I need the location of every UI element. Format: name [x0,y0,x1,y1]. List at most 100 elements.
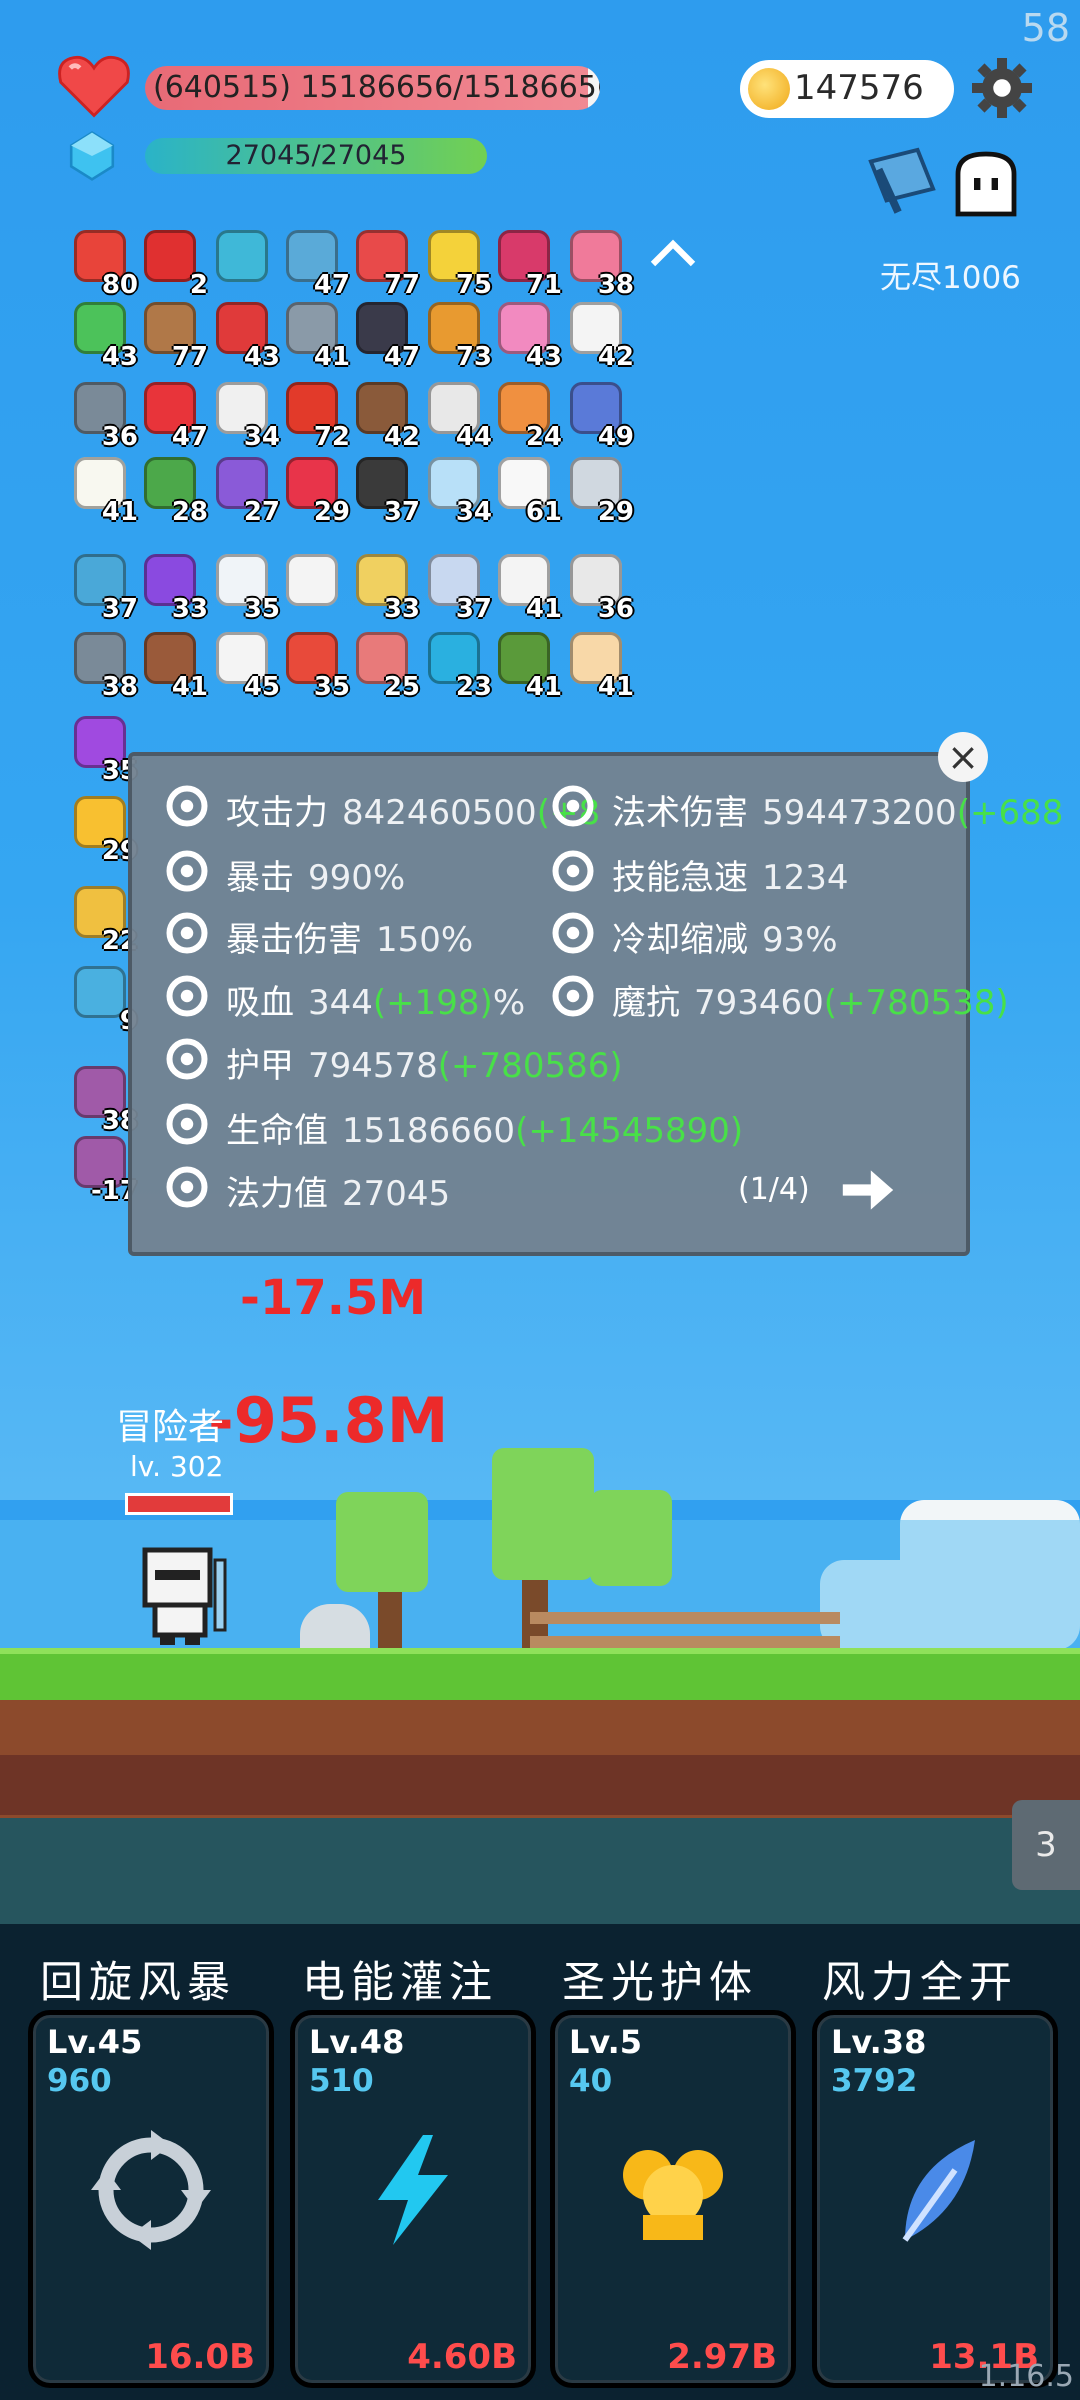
gold-amount: 147576 [794,68,924,108]
inventory-item[interactable]: 22 [70,884,138,956]
inventory-item[interactable]: 38 [70,630,138,702]
stat-bonus: (+198) [372,983,493,1023]
inventory-item[interactable]: 34 [424,455,492,527]
inventory-item[interactable]: 29 [282,455,350,527]
inventory-item[interactable]: 44 [424,380,492,452]
inventory-item[interactable]: 47 [140,380,208,452]
skill-name: 圣光护体 [562,1958,758,2008]
mana-bar: 27045/27045 [145,138,487,174]
mana-text: 27045/27045 [225,140,407,171]
close-button[interactable]: × [938,732,988,782]
item-count: 77 [383,270,420,300]
inventory-item[interactable]: 47 [282,228,350,300]
inventory-item[interactable]: 72 [282,380,350,452]
inventory-item[interactable]: 29 [566,455,634,527]
inventory-item[interactable] [212,228,274,290]
inventory-item[interactable]: 35 [70,714,138,786]
inventory-item[interactable]: 33 [140,552,208,624]
inventory-item[interactable]: 27 [212,455,280,527]
inventory-item[interactable]: 29 [70,794,138,866]
inventory-item[interactable]: 35 [282,630,350,702]
rock [300,1604,370,1648]
lightning-icon [548,846,598,896]
inventory-item[interactable]: 37 [70,552,138,624]
inventory-item[interactable]: 71 [494,228,562,300]
stat-row: 护甲 794578(+780586) [226,1038,623,1087]
inventory-item[interactable]: 37 [424,552,492,624]
skill-level: Lv.5 [569,2023,643,2061]
health-bar: (640515) 15186656/15186656 [145,66,600,110]
stat-bonus: (+14545890) [515,1111,744,1151]
inventory-item[interactable]: 43 [212,300,280,372]
fence [530,1612,840,1624]
inventory-item[interactable]: 9 [70,964,138,1036]
inventory-item[interactable]: 47 [352,300,420,372]
item-count: 77 [171,342,208,372]
skill-level: Lv.38 [831,2023,927,2061]
stat-label: 护甲 [226,1046,294,1086]
ghost-icon[interactable] [950,150,1022,222]
inventory-item[interactable]: 28 [140,455,208,527]
inventory-item[interactable] [282,552,344,614]
inventory-item[interactable]: 41 [70,455,138,527]
inventory-item[interactable]: 80 [70,228,138,300]
arrow-right-icon[interactable] [840,1166,896,1214]
inventory-item[interactable]: 43 [70,300,138,372]
inventory-item[interactable]: 24 [494,380,562,452]
inventory-item[interactable]: 23 [424,630,492,702]
skill-level: Lv.48 [309,2023,405,2061]
ground-grass [0,1648,1080,1700]
inventory-item[interactable]: 2 [140,228,208,300]
gear-icon[interactable] [972,58,1032,118]
item-count: 43 [101,342,138,372]
skill-card[interactable]: Lv.48 510 4.60B [290,2010,536,2388]
stat-row: 冷却缩减 93% [612,912,838,961]
inventory-item[interactable]: 49 [566,380,634,452]
inventory-item[interactable]: 36 [566,552,634,624]
inventory-item[interactable]: 43 [494,300,562,372]
inventory-item[interactable]: -17 [70,1134,138,1206]
inventory-item[interactable]: 61 [494,455,562,527]
skill-card[interactable]: Lv.5 40 2.97B [550,2010,796,2388]
banner-icon[interactable] [862,146,942,216]
inventory-item[interactable]: 41 [140,630,208,702]
item-count: 73 [455,342,492,372]
inventory-item[interactable]: 41 [566,630,634,702]
stat-label: 吸血 [226,983,294,1023]
item-count: 34 [243,422,280,452]
inventory-item[interactable]: 77 [140,300,208,372]
inventory-item[interactable]: 75 [424,228,492,300]
inventory-item[interactable]: 33 [352,552,420,624]
inventory-item[interactable]: 41 [494,630,562,702]
inventory-item[interactable]: 37 [352,455,420,527]
inventory-item[interactable]: 41 [494,552,562,624]
stat-suffix: % [492,983,526,1023]
skill-power: 16.0B [145,2337,255,2377]
inventory-item[interactable]: 77 [352,228,420,300]
inventory-item[interactable]: 36 [70,380,138,452]
hero-knight-sprite[interactable] [130,1540,240,1650]
item-count: 37 [455,594,492,624]
sky-background [0,0,1080,1500]
inventory-item[interactable]: 38 [70,1064,138,1136]
inventory-item[interactable]: 25 [352,630,420,702]
skill-card[interactable]: Lv.38 3792 13.1B [812,2010,1058,2388]
stat-row: 法术伤害 594473200(+688 [612,785,1063,834]
inventory-item[interactable]: 73 [424,300,492,372]
stat-bonus: (+780586) [437,1046,623,1086]
stat-value: 15186660 [342,1111,516,1151]
inventory-item[interactable]: 38 [566,228,634,300]
skill-card[interactable]: Lv.45 960 16.0B [28,2010,274,2388]
inventory-item[interactable]: 41 [282,300,350,372]
stat-row: 生命值 15186660(+14545890) [226,1103,743,1152]
inventory-item[interactable]: 45 [212,630,280,702]
chevron-up-icon[interactable] [648,238,698,270]
inventory-item[interactable]: 35 [212,552,280,624]
inventory-item[interactable]: 42 [352,380,420,452]
stat-value: 150% [376,920,474,960]
stat-bonus: (+688 [956,793,1064,833]
skill-cost: 3792 [831,2063,918,2099]
inventory-item[interactable]: 34 [212,380,280,452]
inventory-item[interactable]: 42 [566,300,634,372]
side-tab-counter[interactable]: 3 [1012,1800,1080,1890]
